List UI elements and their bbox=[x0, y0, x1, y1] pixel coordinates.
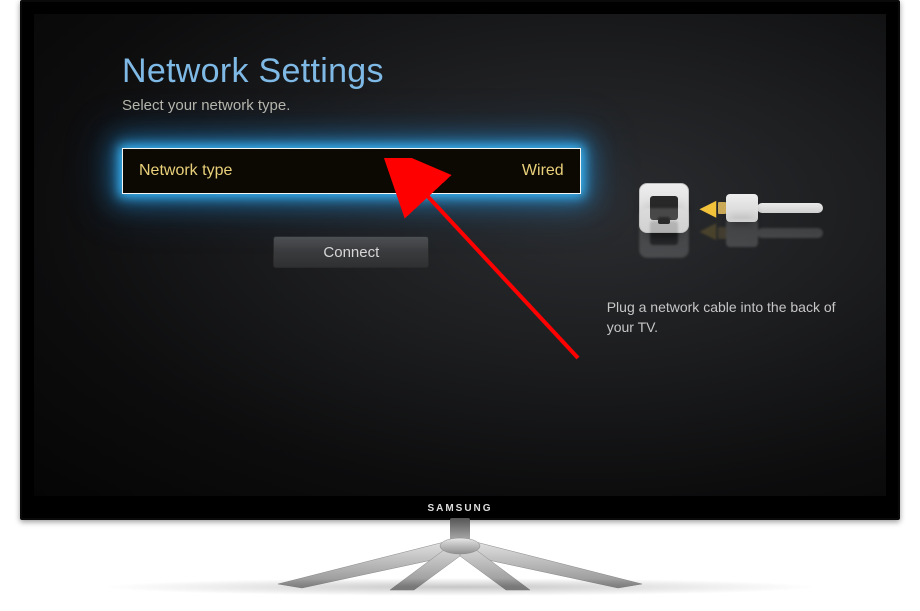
cable-illustration: ◀ ◀ bbox=[607, 148, 856, 268]
help-text: Plug a network cable into the back of yo… bbox=[607, 298, 856, 337]
right-column: ◀ ◀ Plug a networ bbox=[607, 148, 856, 337]
network-type-selector[interactable]: Network type Wired bbox=[122, 148, 581, 194]
left-column: Network type Wired Connect bbox=[122, 148, 581, 268]
tv-shadow bbox=[100, 578, 820, 596]
page-subtitle: Select your network type. bbox=[122, 97, 856, 114]
connect-button[interactable]: Connect bbox=[273, 236, 429, 268]
tv-frame: Network Settings Select your network typ… bbox=[20, 0, 900, 520]
tv-screen: Network Settings Select your network typ… bbox=[34, 14, 886, 496]
settings-screen: Network Settings Select your network typ… bbox=[34, 14, 886, 496]
network-type-value: Wired bbox=[522, 162, 564, 180]
page-title: Network Settings bbox=[122, 52, 856, 91]
network-type-label: Network type bbox=[139, 162, 232, 180]
brand-label: SAMSUNG bbox=[427, 503, 492, 514]
content-row: Network type Wired Connect ◀ bbox=[122, 148, 856, 337]
connect-button-label: Connect bbox=[323, 244, 379, 261]
